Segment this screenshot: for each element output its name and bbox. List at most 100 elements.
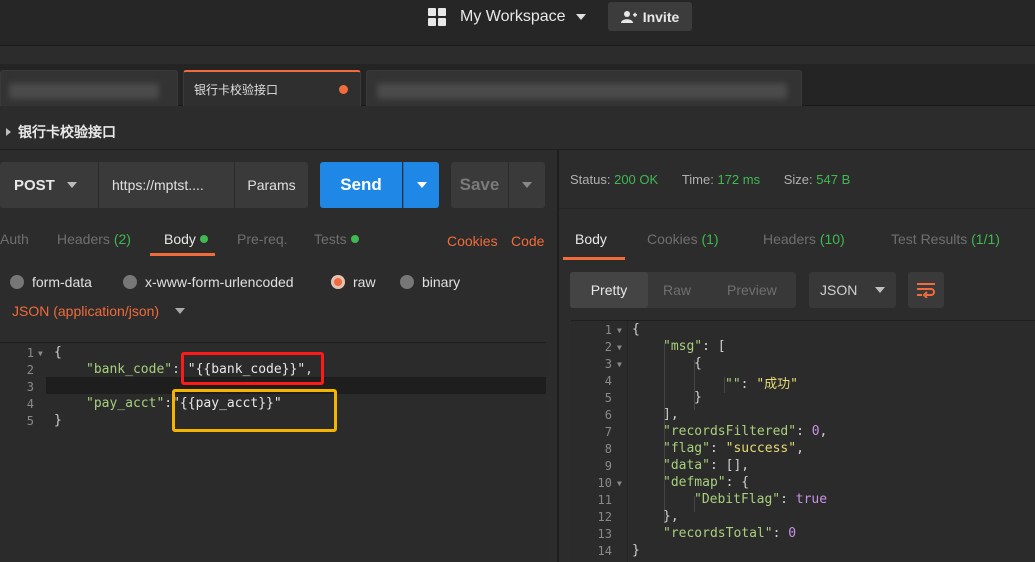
line-number: 4 (26, 397, 34, 411)
tab-label: Test Results (891, 231, 968, 247)
json-value: "成功" (756, 377, 798, 392)
pretty-button[interactable]: Pretty (570, 272, 648, 308)
json-value: 0 (811, 424, 820, 439)
tab-headers-count: (2) (113, 231, 131, 247)
format-select[interactable]: JSON (809, 272, 896, 308)
json-punct: : (164, 396, 173, 411)
radio-binary[interactable]: binary (400, 274, 460, 290)
time-value[interactable]: 172 ms (717, 172, 760, 187)
tab-prereq[interactable]: Pre-req. (237, 231, 288, 247)
tab-label: 银行卡校验接口 (194, 83, 279, 97)
tab-response-body[interactable]: Body (575, 231, 607, 247)
tab-headers[interactable]: Headers (2) (57, 231, 131, 247)
json-punct: : [], (709, 458, 750, 473)
code-line: "msg": [ (663, 339, 726, 354)
invite-button[interactable]: Invite (608, 2, 692, 31)
status-value[interactable]: 200 OK (614, 172, 658, 187)
raw-button[interactable]: Raw (663, 282, 691, 298)
tab-label: Cookies (647, 231, 698, 247)
code-line: { (54, 345, 62, 360)
tab-count: (1/1) (971, 231, 1000, 247)
request-title[interactable]: 银行卡校验接口 (6, 122, 116, 142)
workspace-name: My Workspace (460, 8, 566, 25)
json-punct: : (780, 492, 796, 507)
line-number: 3 (604, 357, 612, 371)
tab-body[interactable]: Body (164, 231, 208, 247)
json-punct: : (740, 377, 757, 392)
method-label: POST (14, 176, 55, 194)
params-button[interactable]: Params (235, 162, 308, 208)
json-key: "DebitFlag" (694, 492, 781, 507)
tab-headers-label: Headers (57, 231, 110, 247)
tab-auth[interactable]: Auth (0, 231, 29, 247)
active-tab-indicator (150, 253, 215, 256)
line-number: 2 (604, 340, 612, 354)
fold-icon[interactable]: ▼ (617, 343, 622, 352)
json-key: "data" (663, 458, 710, 473)
radio-label: raw (353, 274, 376, 290)
tab-count: (1) (701, 231, 719, 247)
radio-icon (10, 275, 24, 289)
url-input[interactable]: https://mptst.... (99, 162, 234, 208)
wrap-lines-button[interactable] (908, 272, 944, 308)
code-line: "defmap": { (663, 475, 749, 490)
add-user-icon (620, 10, 637, 23)
line-number: 1 (604, 323, 612, 337)
highlight-box-red (181, 352, 324, 385)
radio-raw[interactable]: raw (331, 274, 376, 290)
json-key: "recordsTotal" (663, 526, 773, 541)
code-line: { (632, 322, 640, 337)
unsaved-dot-icon (339, 85, 348, 94)
cookies-link[interactable]: Cookies (447, 233, 498, 249)
method-select[interactable]: POST (0, 162, 98, 208)
save-button[interactable]: Save (451, 162, 508, 208)
grid-icon (428, 8, 446, 26)
size-value[interactable]: 547 B (816, 172, 850, 187)
json-value: "success" (725, 441, 797, 456)
format-label: JSON (820, 282, 858, 298)
line-number: 12 (597, 510, 612, 524)
request-name: 银行卡校验接口 (18, 124, 116, 140)
json-punct: : (796, 424, 812, 439)
preview-button[interactable]: Preview (727, 282, 777, 298)
code-line: "recordsFiltered": 0, (663, 424, 827, 439)
request-tab[interactable] (0, 70, 178, 106)
active-tab-indicator (563, 257, 625, 260)
fold-icon[interactable]: ▼ (38, 349, 43, 358)
code-line: } (694, 390, 702, 405)
workspace-switcher[interactable]: My Workspace (428, 6, 586, 28)
tab-tests[interactable]: Tests (314, 231, 359, 247)
request-tab[interactable] (366, 70, 802, 106)
fold-icon[interactable]: ▼ (617, 360, 622, 369)
tab-label: Headers (763, 231, 816, 247)
response-tabs: Body Cookies (1) Headers (10) Test Resul… (559, 208, 1035, 258)
json-key: "defmap" (663, 475, 726, 490)
top-bar: My Workspace Invite (0, 0, 1035, 46)
line-number: 4 (604, 374, 612, 388)
blurred-tab-label (377, 83, 787, 99)
fold-icon[interactable]: ▼ (617, 479, 622, 488)
json-key: "recordsFiltered" (663, 424, 797, 439)
chevron-down-icon (66, 182, 77, 188)
tab-response-headers[interactable]: Headers (10) (763, 231, 845, 247)
fold-icon[interactable]: ▼ (617, 326, 622, 335)
content-type-select[interactable]: JSON (application/json) (12, 303, 186, 319)
radio-form-data[interactable]: form-data (10, 274, 92, 290)
line-number: 6 (604, 408, 612, 422)
radio-urlencoded[interactable]: x-www-form-urlencoded (123, 274, 294, 290)
code-link[interactable]: Code (511, 233, 544, 249)
code-line: { (694, 356, 702, 371)
tab-test-results[interactable]: Test Results (1/1) (891, 231, 1000, 247)
code-line: "": "成功" (725, 373, 798, 392)
code-line: "data": [], (663, 458, 749, 473)
code-line: } (632, 543, 640, 558)
save-options-button[interactable] (509, 162, 545, 208)
size-label: Size: (783, 172, 813, 187)
send-options-button[interactable] (403, 162, 439, 208)
line-number: 9 (604, 459, 612, 473)
chevron-down-icon (175, 308, 186, 314)
content-type-label: JSON (application/json) (12, 303, 160, 319)
request-tab-active[interactable]: 银行卡校验接口 (183, 70, 361, 106)
tab-response-cookies[interactable]: Cookies (1) (647, 231, 719, 247)
send-button[interactable]: Send (320, 162, 402, 208)
